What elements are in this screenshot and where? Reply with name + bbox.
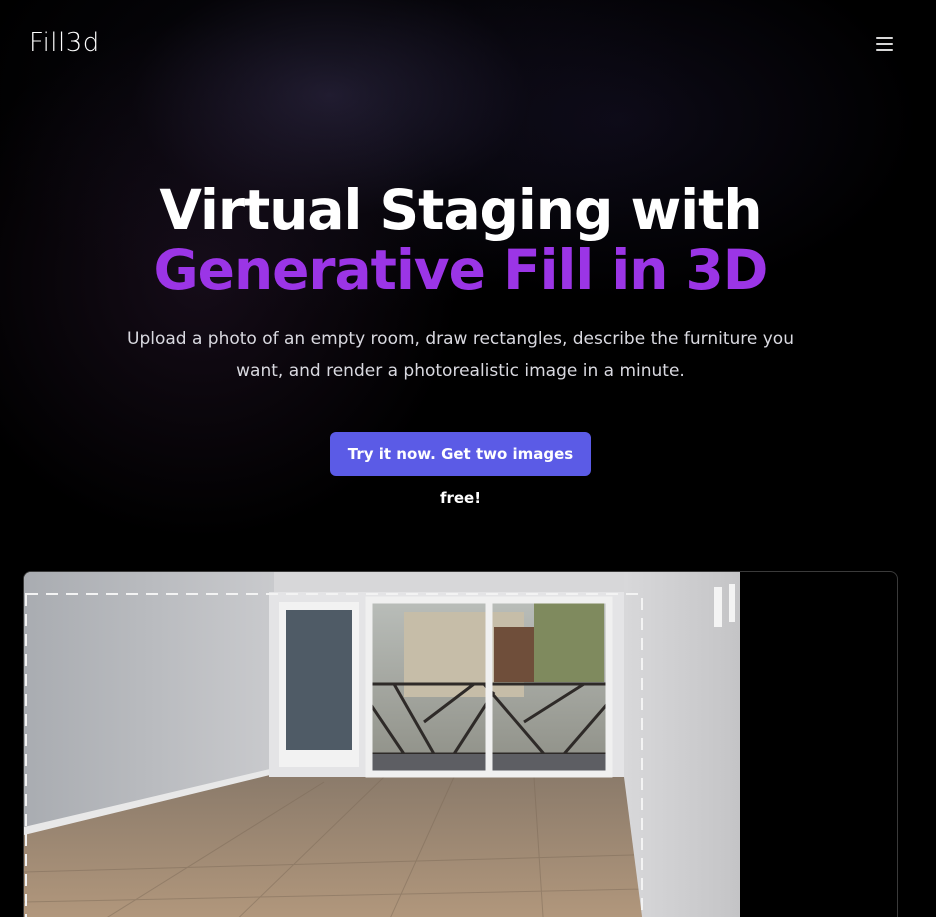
headline-line-1: Virtual Staging with [159,178,762,242]
hero-section: Virtual Staging with Generative Fill in … [0,180,921,387]
logo[interactable]: Fill3d [29,26,100,60]
hero-subtitle: Upload a photo of an empty room, draw re… [127,329,794,381]
landing-page: Fill3d Virtual Staging with Generative F… [0,0,921,917]
demo-image-frame [23,571,898,917]
headline-line-2: Generative Fill in 3D [153,238,769,302]
hero-headline: Virtual Staging with Generative Fill in … [0,180,921,300]
hamburger-menu-icon[interactable] [872,34,898,54]
try-it-now-button[interactable]: Try it now. Get two images free! [330,432,591,507]
empty-room-photo [24,572,740,917]
navbar: Fill3d [0,0,921,88]
